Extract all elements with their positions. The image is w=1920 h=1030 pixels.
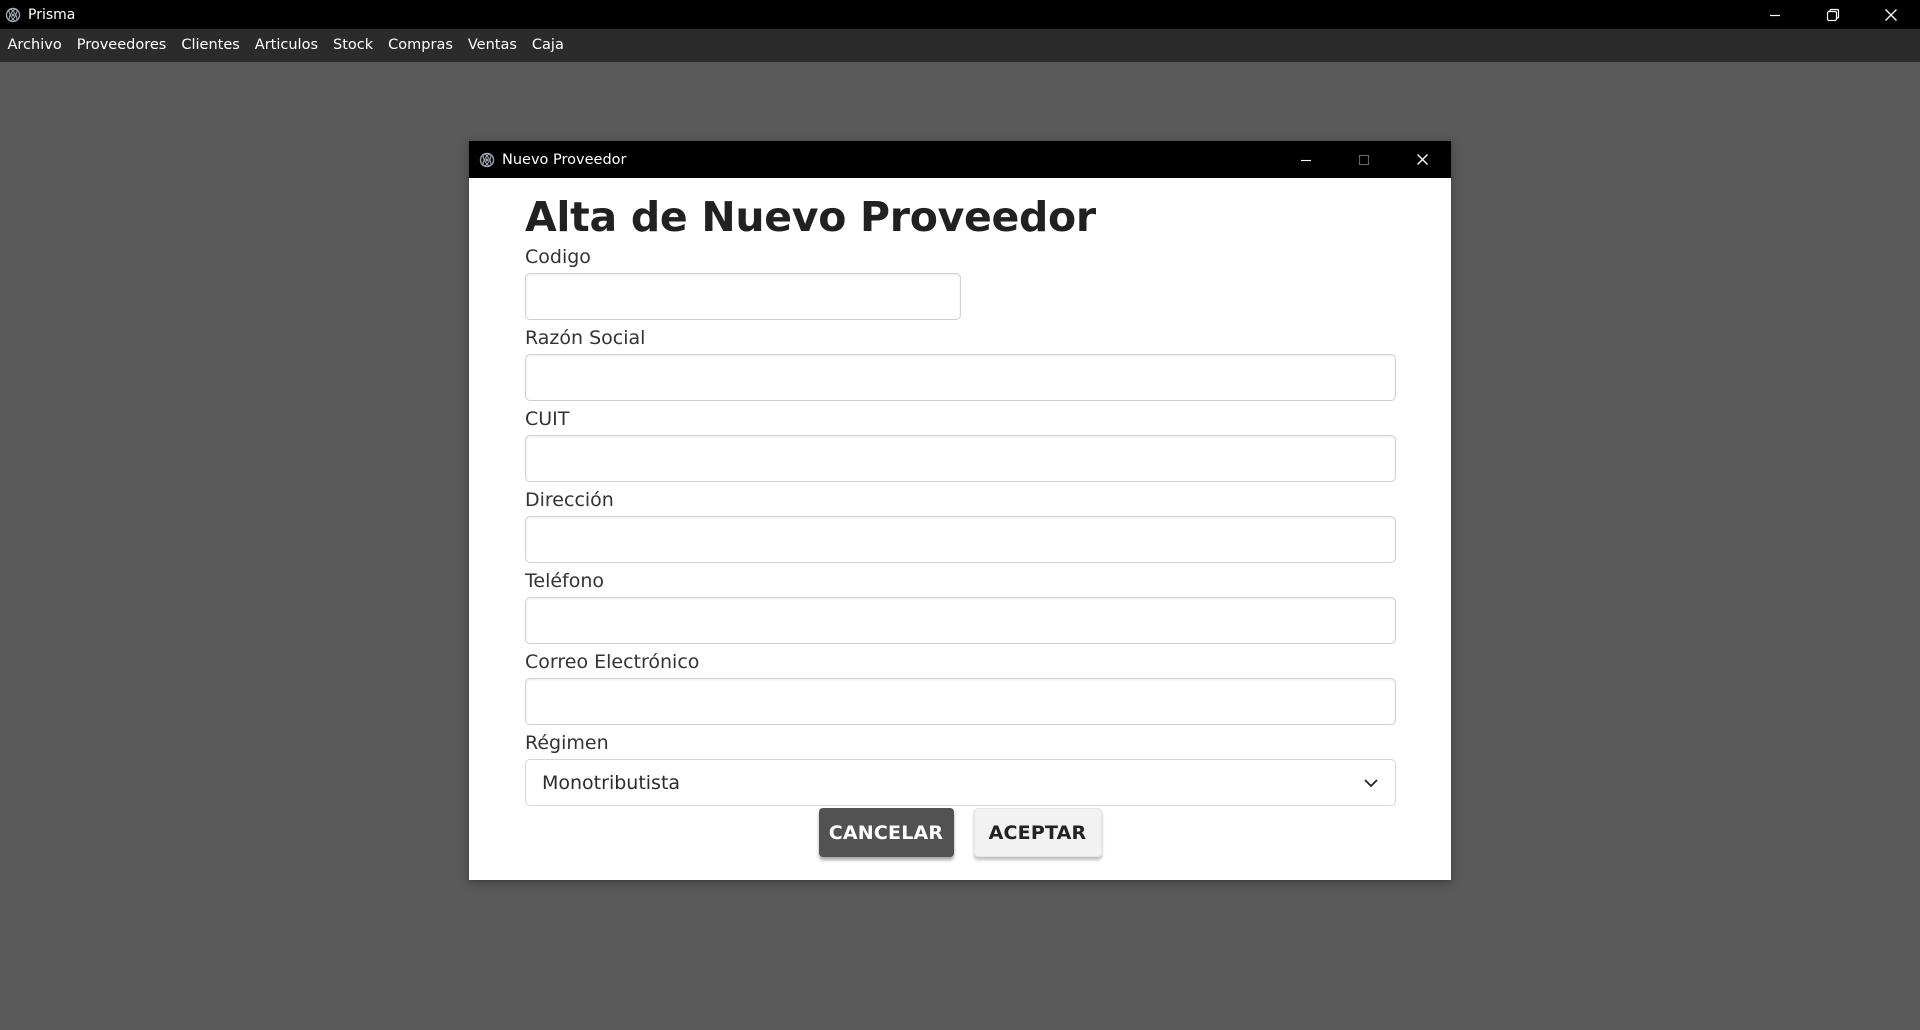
menu-bar: Archivo Proveedores Clientes Articulos S… [0,29,1920,62]
razon-social-input[interactable] [525,354,1396,401]
regimen-select[interactable]: Monotributista [525,759,1396,806]
app-titlebar[interactable]: Prisma [0,0,1920,29]
razon-social-label: Razón Social [525,327,646,349]
dialog-close-button[interactable] [1393,141,1451,178]
cuit-label: CUIT [525,408,570,430]
menu-item-stock[interactable]: Stock [326,29,381,62]
accept-button[interactable]: ACEPTAR [973,808,1102,857]
codigo-label: Codigo [525,246,591,268]
dialog-title: Nuevo Proveedor [502,151,627,168]
app-logo-icon [477,150,497,170]
window-controls [1746,0,1920,29]
dialog-titlebar[interactable]: Nuevo Proveedor [469,141,1451,178]
field-group-correo: Correo Electrónico [525,651,1396,725]
close-button[interactable] [1862,0,1920,29]
menu-item-clientes[interactable]: Clientes [174,29,247,62]
codigo-input[interactable] [525,273,961,320]
correo-input[interactable] [525,678,1396,725]
field-group-razon-social: Razón Social [525,327,1396,401]
dialog-maximize-button[interactable] [1335,141,1393,178]
cancel-button[interactable]: CANCELAR [818,808,954,857]
restore-button[interactable] [1804,0,1862,29]
field-group-regimen: Régimen Monotributista [525,732,1396,806]
dialog-actions: CANCELAR ACEPTAR [469,808,1451,857]
page-title: Alta de Nuevo Proveedor [525,193,1096,241]
menu-item-ventas[interactable]: Ventas [460,29,524,62]
dialog-minimize-button[interactable] [1277,141,1335,178]
menu-item-archivo[interactable]: Archivo [0,29,69,62]
telefono-label: Teléfono [525,570,605,592]
dialog-form: Alta de Nuevo Proveedor Codigo Razón Soc… [525,178,1396,806]
chevron-down-icon [1364,778,1378,787]
maximize-icon [1358,154,1370,165]
cuit-input[interactable] [525,435,1396,482]
minimize-icon [1770,14,1780,16]
direccion-input[interactable] [525,516,1396,563]
close-icon [1885,8,1897,21]
field-group-cuit: CUIT [525,408,1396,482]
menu-item-proveedores[interactable]: Proveedores [69,29,174,62]
regimen-selected-value: Monotributista [542,771,681,794]
telefono-input[interactable] [525,597,1396,644]
menu-item-compras[interactable]: Compras [381,29,461,62]
field-group-codigo: Codigo [525,246,1396,320]
restore-icon [1826,8,1840,21]
direccion-label: Dirección [525,489,614,511]
dialog-window-controls [1277,141,1451,178]
minimize-button[interactable] [1746,0,1804,29]
minimize-icon [1301,159,1311,161]
menu-item-caja[interactable]: Caja [524,29,571,62]
new-supplier-dialog: Nuevo Proveedor Alta de Nuevo Proveedor … [469,141,1451,880]
app-logo-icon [2,4,24,26]
correo-label: Correo Electrónico [525,651,700,673]
field-group-direccion: Dirección [525,489,1396,563]
menu-item-articulos[interactable]: Articulos [247,29,325,62]
close-icon [1416,154,1428,165]
regimen-label: Régimen [525,732,609,754]
app-title: Prisma [28,6,76,23]
field-group-telefono: Teléfono [525,570,1396,644]
